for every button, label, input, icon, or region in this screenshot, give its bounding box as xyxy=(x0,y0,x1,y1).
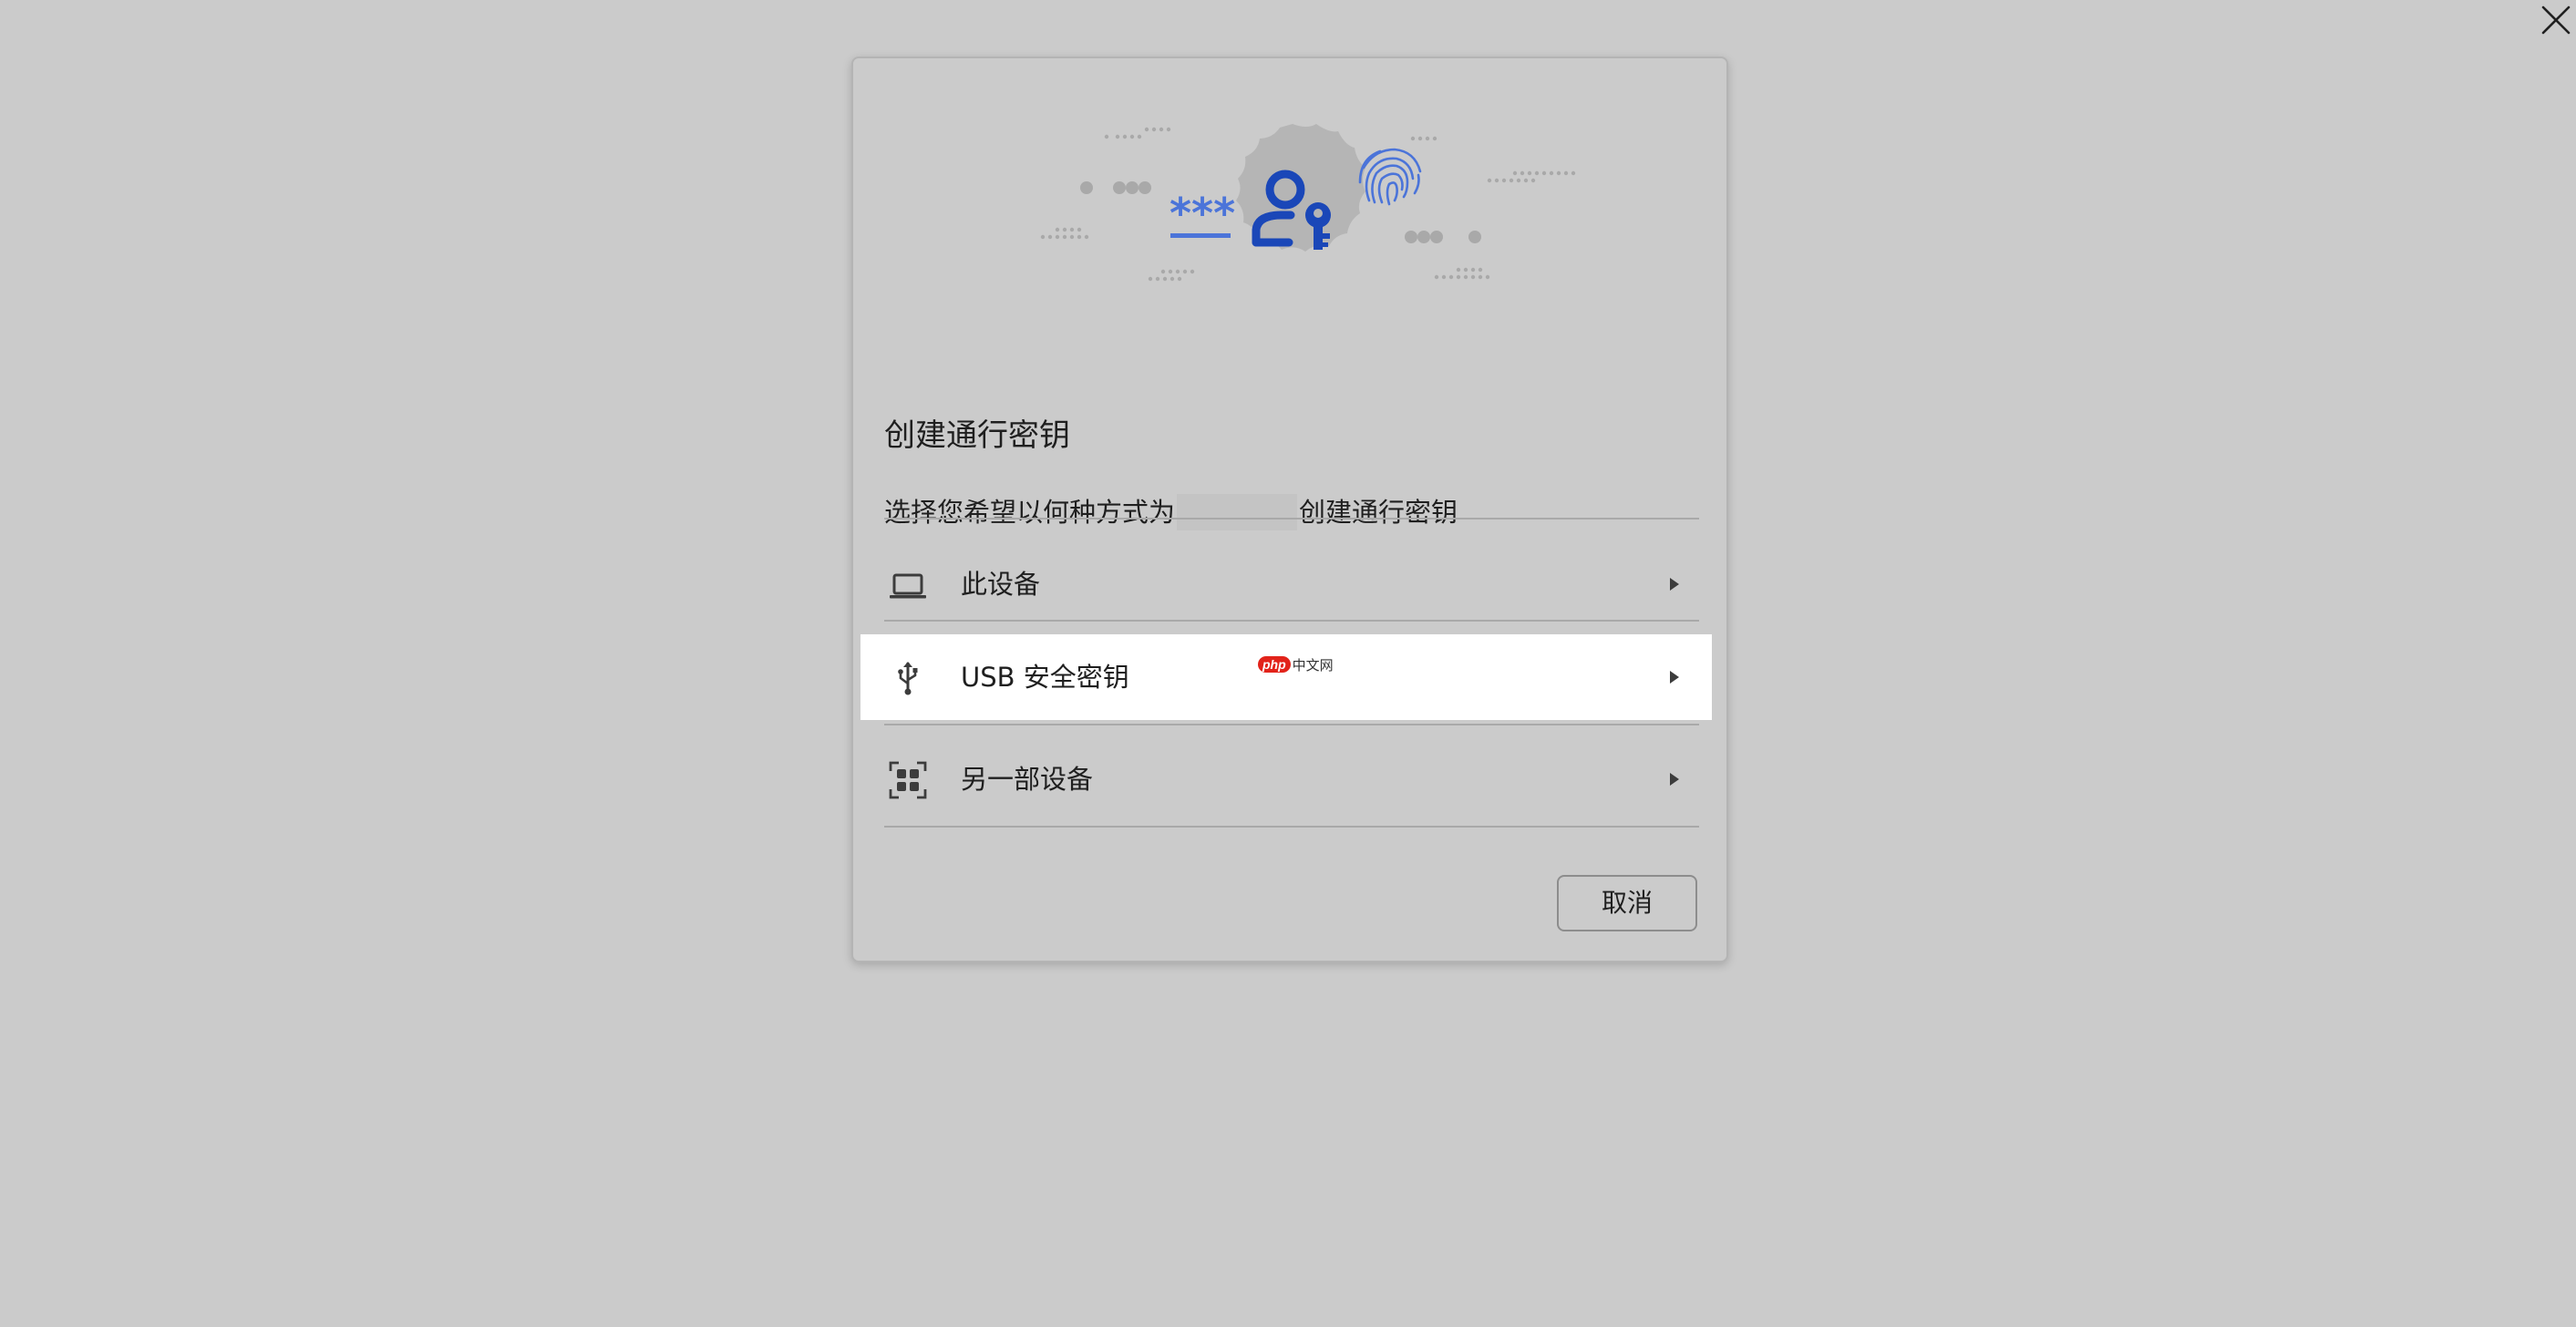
redacted-site-name xyxy=(1177,494,1298,530)
divider xyxy=(884,826,1699,828)
create-passkey-dialog: *** 创建通行密钥 选择您希望以何种方式为 创建通行密钥 此设备 USB 安全… xyxy=(851,57,1728,962)
watermark-logo: php xyxy=(1258,656,1291,673)
divider xyxy=(884,518,1699,519)
option-label: 此设备 xyxy=(961,569,1041,600)
chevron-right-icon xyxy=(1668,771,1681,787)
divider xyxy=(884,620,1699,622)
page-overlay: *** 创建通行密钥 选择您希望以何种方式为 创建通行密钥 此设备 USB 安全… xyxy=(0,0,2576,1327)
option-another-device[interactable]: 另一部设备 xyxy=(860,736,1712,822)
option-this-device[interactable]: 此设备 xyxy=(860,541,1712,627)
chevron-right-icon xyxy=(1668,576,1681,592)
option-label: 另一部设备 xyxy=(961,764,1094,795)
option-label: USB 安全密钥 xyxy=(961,662,1129,693)
cancel-button[interactable]: 取消 xyxy=(1557,875,1697,931)
passkey-illustration: *** xyxy=(853,58,1726,332)
laptop-icon xyxy=(888,565,928,605)
subtitle-prefix: 选择您希望以何种方式为 xyxy=(884,497,1176,528)
subtitle-suffix: 创建通行密钥 xyxy=(1299,497,1458,528)
close-icon[interactable] xyxy=(2540,4,2572,36)
qr-code-icon xyxy=(888,760,928,800)
dialog-title: 创建通行密钥 xyxy=(884,417,1070,454)
hero-password-mask: *** xyxy=(1170,189,1235,238)
dialog-subtitle: 选择您希望以何种方式为 创建通行密钥 xyxy=(884,494,1458,530)
usb-icon xyxy=(888,658,928,698)
chevron-right-icon xyxy=(1668,669,1681,685)
option-usb-security-key[interactable]: USB 安全密钥 php 中文网 xyxy=(860,634,1712,720)
divider xyxy=(884,724,1699,725)
watermark-text: 中文网 xyxy=(1292,656,1334,674)
site-watermark: php 中文网 xyxy=(1258,653,1334,676)
